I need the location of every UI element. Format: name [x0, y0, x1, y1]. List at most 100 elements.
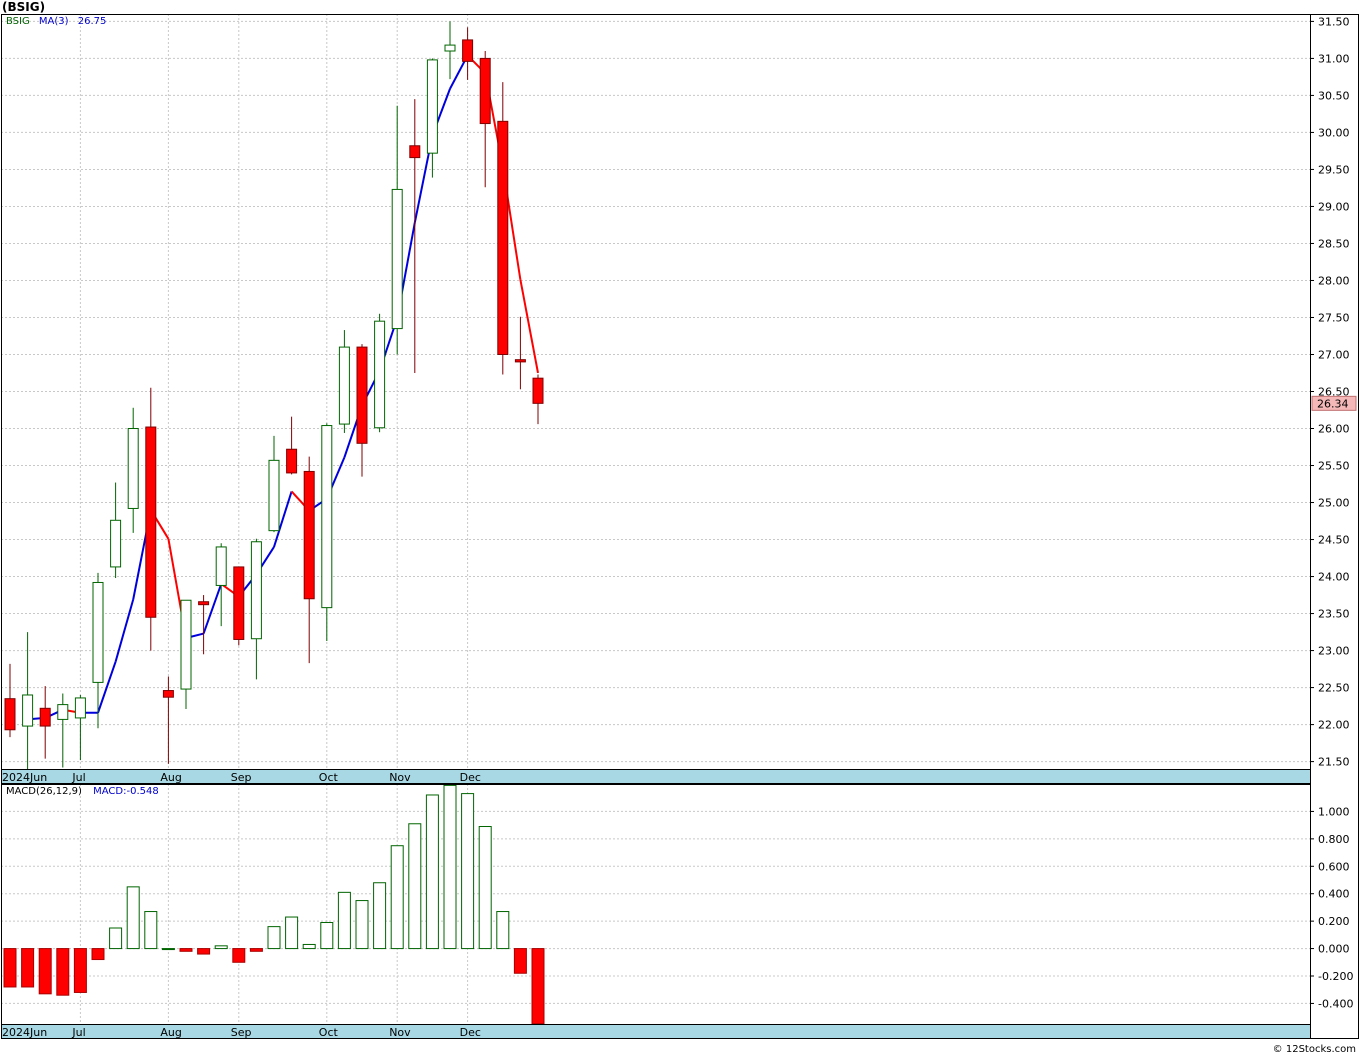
macd-bar [425, 794, 439, 950]
candle-body [321, 425, 333, 609]
candle-body [162, 690, 174, 698]
chart-svg: 2024Jun Jul Aug Sep Oct Nov Dec 2024Jun Jul Aug Se… [1, 14, 1359, 1039]
chart-title: (BSIG) [2, 0, 46, 14]
last-price-label: 26.34 [1317, 397, 1349, 410]
y-tick-label: -0.200 [1318, 970, 1353, 983]
y-tick-label: 31.50 [1318, 15, 1350, 28]
ma-line-segment [202, 583, 223, 634]
y-tick-label: 27.00 [1318, 348, 1350, 361]
macd-bar [214, 945, 228, 950]
date-tick-label: 2024Jun [2, 1026, 47, 1039]
macd-bar [320, 922, 334, 950]
candle-body [532, 377, 544, 404]
candle-body [180, 599, 192, 690]
macd-bar [267, 926, 281, 950]
y-tick-label: 25.00 [1318, 497, 1350, 510]
candle-body [215, 546, 227, 586]
macd-bar [144, 911, 158, 950]
candle-body [497, 120, 509, 355]
macd-bar [531, 948, 545, 1025]
candle-body [145, 426, 157, 618]
candle-body [57, 704, 69, 720]
date-tick-label: Oct [319, 1026, 339, 1039]
y-tick-label: 31.00 [1318, 52, 1350, 65]
legend-macd-value: MACD:-0.548 [93, 786, 159, 797]
macd-bar [302, 943, 316, 950]
y-tick-label: 25.50 [1318, 460, 1350, 473]
y-tick-label: 28.50 [1318, 237, 1350, 250]
date-tick-label: Dec [460, 771, 481, 784]
date-tick-label: 2024Jun [2, 771, 47, 784]
macd-bar [232, 948, 246, 963]
candle-body [374, 320, 386, 429]
candle-body [92, 581, 104, 683]
macd-bar [56, 948, 70, 996]
ma-line-segment [519, 279, 539, 374]
y-tick-label: 29.50 [1318, 163, 1350, 176]
y-tick-label: 30.50 [1318, 89, 1350, 102]
candle-body [286, 448, 298, 474]
macd-bar [513, 948, 527, 974]
y-tick-label: 0.000 [1318, 943, 1350, 956]
date-tick-label: Aug [160, 771, 181, 784]
macd-bar [91, 948, 105, 961]
y-tick-label: 0.200 [1318, 915, 1350, 928]
date-tick-label: Nov [389, 771, 411, 784]
y-tick-label: 1.000 [1318, 805, 1350, 818]
price-legend: BSIG MA(3) 26.75 [6, 16, 106, 28]
macd-panel-border [1, 784, 1311, 1025]
y-tick-label: 22.00 [1318, 719, 1350, 732]
chart-frame: 2024Jun Jul Aug Sep Oct Nov Dec 2024Jun Jul Aug Se… [0, 0, 1360, 1056]
macd-bar [478, 826, 492, 950]
macd-bar [461, 793, 475, 950]
date-tick-label: Dec [460, 1026, 481, 1039]
macd-date-band [1, 1024, 1311, 1039]
macd-bar [126, 886, 140, 950]
candle-body [233, 566, 245, 640]
macd-bar [38, 948, 52, 995]
candle-body [356, 346, 368, 444]
macd-bar [443, 784, 457, 950]
macd-bar [197, 948, 211, 955]
date-tick-label: Nov [389, 1026, 411, 1039]
ma-line-segment [114, 599, 135, 662]
candle-body [409, 145, 421, 159]
macd-bar [390, 845, 404, 950]
date-tick-label: Jul [71, 771, 85, 784]
legend-ma-label: MA(3) [38, 16, 69, 27]
price-date-band [1, 769, 1311, 784]
legend-ma-value: 26.75 [77, 16, 107, 27]
candle-body [303, 470, 315, 600]
candle-body [268, 459, 280, 532]
macd-bar [408, 823, 422, 950]
y-tick-label: 27.50 [1318, 311, 1350, 324]
macd-bar [3, 948, 17, 988]
grid-layer [1, 14, 1310, 1024]
macd-bar [73, 948, 87, 993]
y-tick-label: 23.00 [1318, 645, 1350, 658]
candle-body [110, 519, 122, 568]
macd-bar [21, 948, 35, 988]
candle-body [462, 39, 474, 62]
y-tick-label: 24.50 [1318, 534, 1350, 547]
y-tick-label: 23.50 [1318, 608, 1350, 621]
y-tick-label: 30.00 [1318, 126, 1350, 139]
y-tick-label: 29.00 [1318, 200, 1350, 213]
y-tick-label: 24.00 [1318, 571, 1350, 584]
axes-layer: 2024Jun Jul Aug Sep Oct Nov Dec 2024Jun Jul Aug Se… [1, 14, 1359, 1039]
candle-body [198, 601, 210, 606]
y-tick-label: 28.00 [1318, 274, 1350, 287]
y-tick-label: 22.50 [1318, 682, 1350, 695]
marks-layer [3, 21, 545, 1025]
candle-body [127, 428, 139, 509]
macd-bar [109, 927, 123, 950]
macd-bar [355, 900, 369, 950]
y-tick-label: -0.400 [1318, 997, 1353, 1010]
y-tick-label: 26.00 [1318, 423, 1350, 436]
macd-bar [285, 916, 299, 950]
candle-body [22, 694, 34, 727]
date-tick-label: Oct [319, 771, 339, 784]
legend-symbol: BSIG [6, 16, 30, 27]
macd-bar [337, 891, 351, 950]
legend-macd-label: MACD(26,12,9) [6, 786, 82, 797]
